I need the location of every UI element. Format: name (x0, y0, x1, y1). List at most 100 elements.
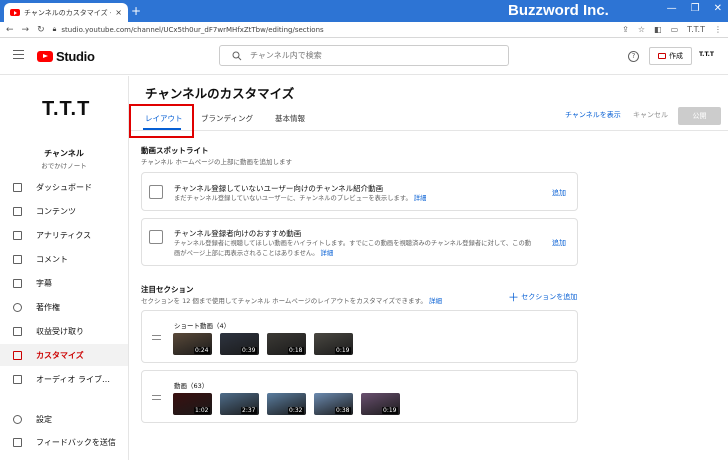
create-button[interactable]: 作成 (649, 47, 692, 65)
card-desc: まだチャンネル登録していないユーザーに、チャンネルのプレビューを表示します。 詳… (174, 194, 426, 204)
browser-menu-icon[interactable]: ⋮ (714, 25, 722, 34)
back-icon[interactable]: ← (6, 25, 14, 35)
settings-icon (13, 414, 22, 424)
channel-label: チャンネル (44, 149, 84, 158)
content-icon (13, 206, 22, 216)
sidebar-item-copyright[interactable]: 著作権 (0, 296, 128, 318)
card-desc-text: まだチャンネル登録していないユーザーに、チャンネルのプレビューを表示します。 (174, 195, 412, 202)
copyright-icon (13, 302, 22, 312)
url-field[interactable]: 🔒︎ studio.youtube.com/channel/UCx5th0ur_… (53, 25, 615, 34)
tab-basic-info[interactable]: 基本情報 (275, 113, 305, 124)
tabs-divider (129, 130, 728, 131)
drag-handle-icon[interactable] (152, 335, 161, 336)
view-channel-link[interactable]: チャンネルを表示 (565, 110, 621, 120)
url-text: studio.youtube.com/channel/UCx5th0ur_dF7… (61, 25, 324, 34)
video-thumbnail[interactable]: 0:32 (267, 393, 306, 415)
drag-handle-icon[interactable] (152, 339, 161, 340)
extensions-icon[interactable]: ◧ (654, 25, 662, 34)
video-thumbnail[interactable]: 1:02 (173, 393, 212, 415)
video-thumbnail[interactable]: 0:19 (361, 393, 400, 415)
add-button[interactable]: 追加 (552, 188, 566, 198)
learn-more-link[interactable]: 詳細 (321, 250, 334, 257)
lock-icon: 🔒︎ (52, 25, 57, 33)
video-icon (149, 185, 163, 199)
sidebar-item-dashboard[interactable]: ダッシュボード (0, 176, 128, 198)
learn-more-link[interactable]: 詳細 (429, 297, 442, 305)
featured-title: 注目セクション (141, 285, 194, 294)
sidebar-item-label: 収益受け取り (36, 326, 84, 336)
duration-badge: 0:19 (381, 407, 398, 414)
window-controls: — ❐ ✕ (667, 3, 722, 14)
video-camera-icon (658, 53, 666, 59)
featured-desc-text: セクションを 12 個まで使用してチャンネル ホームページのレイアウトをカスタマ… (141, 297, 427, 305)
new-tab-button[interactable]: + (131, 4, 141, 18)
tab-branding[interactable]: ブランディング (201, 113, 253, 124)
sidebar-item-audio-library[interactable]: オーディオ ライブ… (0, 368, 128, 390)
duration-badge: 0:32 (287, 407, 304, 414)
dashboard-icon (13, 182, 22, 192)
spotlight-desc: チャンネル ホームページの上部に動画を追加します (141, 158, 293, 166)
add-section-button[interactable]: ＋ セクションを追加 (508, 289, 577, 305)
learn-more-link[interactable]: 詳細 (414, 195, 427, 202)
card-title: チャンネル登録していないユーザー向けのチャンネル紹介動画 (174, 184, 384, 193)
video-thumbnail[interactable]: 0:19 (314, 333, 353, 355)
forward-icon[interactable]: → (22, 25, 30, 35)
sidebar-item-analytics[interactable]: アナリティクス (0, 224, 128, 246)
hamburger-menu-icon[interactable] (13, 50, 24, 59)
add-section-label: セクションを追加 (521, 293, 578, 301)
sidebar-item-label: 設定 (36, 414, 52, 424)
duration-badge: 0:39 (240, 347, 257, 354)
studio-logo[interactable]: Studio (37, 49, 95, 64)
sidebar-item-monetization[interactable]: 収益受け取り (0, 320, 128, 342)
featured-desc: セクションを 12 個まで使用してチャンネル ホームページのレイアウトをカスタマ… (141, 295, 442, 305)
tab-close-icon[interactable]: × (115, 8, 122, 17)
browser-tab[interactable]: チャンネルのカスタマイズ - YouTube S × (4, 3, 128, 22)
audio-library-icon (13, 374, 22, 384)
cancel-button[interactable]: キャンセル (633, 110, 668, 120)
minimize-icon[interactable]: — (667, 3, 677, 14)
reload-icon[interactable]: ↻ (37, 25, 45, 35)
sidebar-item-content[interactable]: コンテンツ (0, 200, 128, 222)
shorts-section-card[interactable]: ショート動画（4） 0:24 0:39 0:18 0:19 (141, 310, 578, 363)
video-thumbnail[interactable]: 0:18 (267, 333, 306, 355)
add-button[interactable]: 追加 (552, 238, 566, 248)
address-bar: ← → ↻ 🔒︎ studio.youtube.com/channel/UCx5… (0, 22, 728, 38)
featured-video-card: チャンネル登録者向けのおすすめ動画 チャンネル登録者に視聴してほしい動画をハイラ… (141, 218, 578, 266)
publish-button[interactable]: 公開 (678, 107, 721, 125)
channel-name: おでかけノート (41, 162, 87, 170)
bookmark-star-icon[interactable]: ☆ (638, 25, 645, 34)
drag-handle-icon[interactable] (152, 399, 161, 400)
section-title: ショート動画（4） (174, 322, 231, 330)
sidebar-item-feedback[interactable]: フィードバックを送信 (0, 431, 128, 453)
channel-avatar[interactable]: T.T.T (42, 98, 90, 121)
sidebar-item-label: コメント (36, 254, 68, 264)
video-thumbnail[interactable]: 2:37 (220, 393, 259, 415)
videos-section-card[interactable]: 動画（63） 1:02 2:37 0:32 0:38 0:19 (141, 370, 578, 423)
close-window-icon[interactable]: ✕ (714, 3, 722, 14)
duration-badge: 1:02 (193, 407, 210, 414)
profile-text[interactable]: T.T.T (687, 25, 705, 34)
video-thumbnail[interactable]: 0:24 (173, 333, 212, 355)
card-desc-text: 画がページ上部に再表示されることはありません。 (174, 250, 319, 257)
video-thumbnail[interactable]: 0:38 (314, 393, 353, 415)
sidebar-item-customize[interactable]: カスタマイズ (0, 344, 128, 366)
youtube-logo-icon (37, 51, 53, 62)
sidebar-item-subtitles[interactable]: 字幕 (0, 272, 128, 294)
sidepanel-icon[interactable]: ▭ (671, 25, 679, 34)
sidebar-item-label: コンテンツ (36, 206, 76, 216)
sidebar-item-label: フィードバックを送信 (36, 437, 116, 447)
sidebar-item-comments[interactable]: コメント (0, 248, 128, 270)
search-input[interactable]: チャンネル内で検索 (219, 45, 509, 66)
account-avatar[interactable]: T.T.T (699, 51, 714, 58)
drag-handle-icon[interactable] (152, 395, 161, 396)
share-icon[interactable]: ⇪ (622, 25, 629, 34)
help-icon[interactable]: ? (628, 51, 639, 62)
video-thumbnail[interactable]: 0:39 (220, 333, 259, 355)
sidebar-item-label: オーディオ ライブ… (36, 374, 110, 384)
duration-badge: 2:37 (240, 407, 257, 414)
create-label: 作成 (669, 52, 683, 60)
logo-text: Studio (56, 49, 95, 64)
monetization-icon (13, 326, 22, 336)
sidebar-item-settings[interactable]: 設定 (0, 408, 128, 430)
maximize-icon[interactable]: ❐ (691, 3, 700, 14)
